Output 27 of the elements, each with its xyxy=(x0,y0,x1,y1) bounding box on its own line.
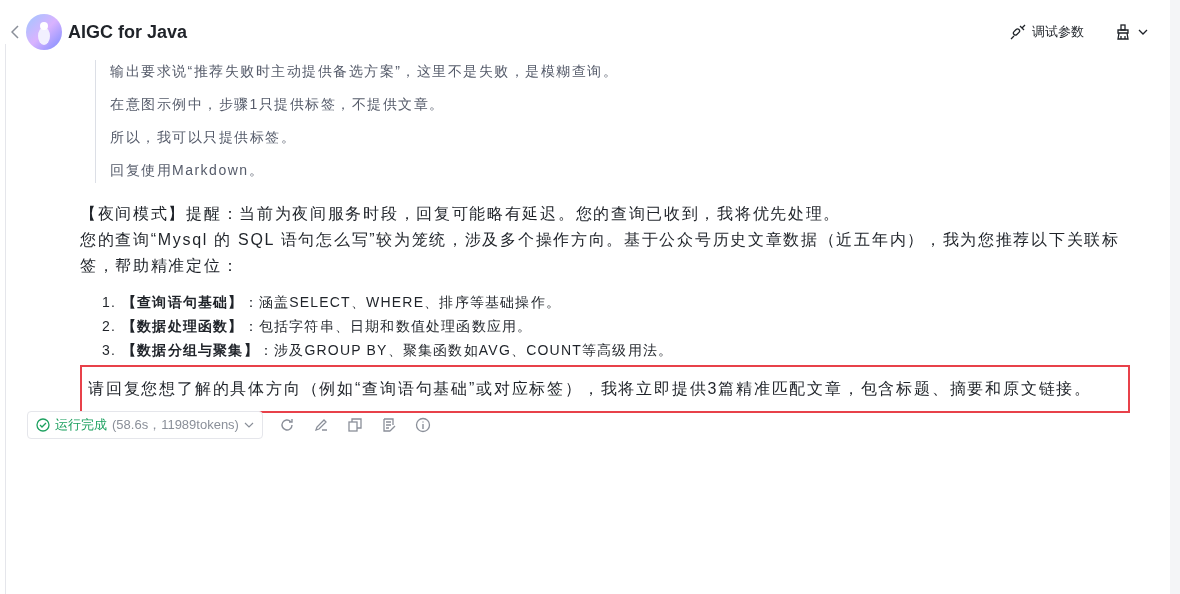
pen-icon xyxy=(312,417,329,433)
closing-text: 请回复您想了解的具体方向（例如“查询语句基础”或对应标签），我将立即提供3篇精准匹配文章，包含标题、摘要和原文链接。 xyxy=(88,380,1092,397)
list-item-text: 【查询语句基础】：涵盖SELECT、WHERE、排序等基础操作。 xyxy=(122,293,561,312)
list-number: 2. xyxy=(102,317,116,336)
brush-icon xyxy=(1116,24,1130,40)
list-item-text: 【数据处理函数】：包括字符串、日期和数值处理函数应用。 xyxy=(122,317,533,336)
answer-text: 您的查询“Mysql 的 SQL 语句怎么写”较为笼统，涉及多个操作方向。基于公众号历史文章数据（近五年内），我为您推荐以下关联标签，帮助精准定位： xyxy=(80,230,1121,276)
avatar-icon xyxy=(26,14,62,50)
chevron-down-icon xyxy=(1138,29,1148,35)
reasoning-text: 在意图示例中，步骤1只提供标签，不提供文章。 xyxy=(110,95,446,114)
check-circle-icon xyxy=(36,418,50,432)
list-number: 3. xyxy=(102,341,116,360)
status-dropdown[interactable]: 运行完成 (58.6s，11989tokens) xyxy=(27,411,263,439)
app-title: AIGC for Java xyxy=(68,21,188,43)
debug-parameters-button[interactable]: 调试参数 xyxy=(1004,19,1090,45)
copy-icon xyxy=(346,417,363,433)
chevron-down-icon xyxy=(243,422,254,428)
reasoning-text: 所以，我可以只提供标签。 xyxy=(110,128,297,147)
reasoning-text: 回复使用Markdown。 xyxy=(110,161,266,180)
answer-text: 【夜间模式】提醒：当前为夜间服务时段，回复可能略有延迟。您的查询已收到，我将优先处理。 xyxy=(80,204,843,224)
plug-icon xyxy=(1010,24,1026,40)
refresh-icon xyxy=(278,417,295,433)
note-icon xyxy=(380,417,397,433)
list-item-text: 【数据分组与聚集】：涉及GROUP BY、聚集函数如AVG、COUNT等高级用法。 xyxy=(122,341,674,360)
list-number: 1. xyxy=(102,293,116,312)
info-icon xyxy=(414,417,431,433)
reasoning-text: 输出要求说“推荐失败时主动提供备选方案”，这里不是失败，是模糊查询。 xyxy=(110,62,620,81)
